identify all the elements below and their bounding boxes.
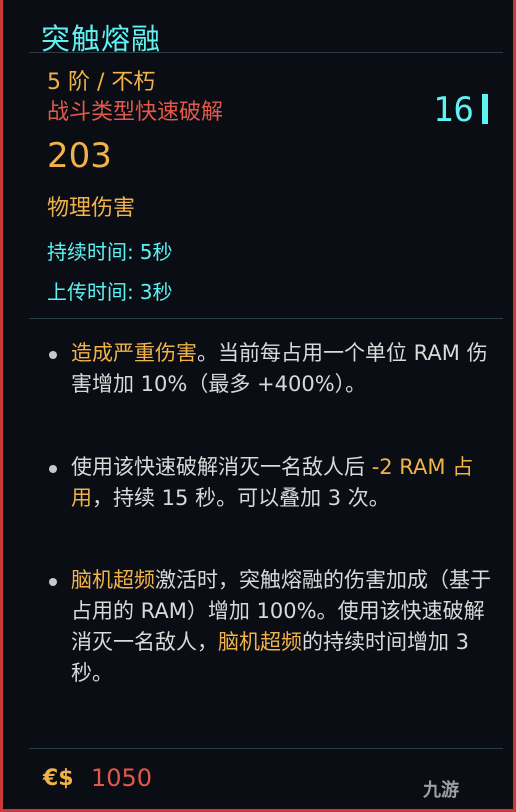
stat-upload-time: 上传时间: 3秒 xyxy=(47,276,172,305)
effect-text: 使用该快速破解消灭一名敌人后 xyxy=(71,455,372,479)
stat-label: 上传时间: xyxy=(47,280,134,304)
effect-text: ，持续 15 秒。可以叠加 3 次。 xyxy=(92,486,390,510)
quickhack-tooltip: 突触熔融 5 阶 / 不朽 战斗类型快速破解 16 203 物理伤害 持续时间:… xyxy=(0,0,516,812)
divider xyxy=(29,748,503,749)
damage-type: 物理伤害 xyxy=(47,196,136,221)
quickhack-type: 战斗类型快速破解 xyxy=(47,100,224,125)
effect-1: 造成严重伤害。当前每占用一个单位 RAM 伤害增加 10%（最多 +400%）。 xyxy=(71,338,491,400)
eurodollar-icon: €$ xyxy=(43,766,74,791)
stat-value: 5秒 xyxy=(139,240,173,264)
damage-value: 203 xyxy=(47,136,112,176)
effect-highlight: 脑机超频 xyxy=(218,630,302,654)
stat-duration: 持续时间: 5秒 xyxy=(47,236,172,265)
tier-rarity: 5 阶 / 不朽 xyxy=(47,70,156,95)
item-title: 突触熔融 xyxy=(41,22,162,56)
effect-2: 使用该快速破解消灭一名敌人后 -2 RAM 占用，持续 15 秒。可以叠加 3 … xyxy=(71,452,491,514)
price-value: 1050 xyxy=(91,764,153,792)
bullet-icon xyxy=(49,465,57,473)
ram-icon xyxy=(482,94,488,124)
effect-highlight: 造成严重伤害 xyxy=(71,341,197,365)
effect-highlight: 脑机超频 xyxy=(71,568,155,592)
effect-3: 脑机超频激活时，突触熔融的伤害加成（基于占用的 RAM）增加 100%。使用该快… xyxy=(71,565,491,689)
divider xyxy=(29,318,503,319)
title-bar: 突触熔融 xyxy=(29,10,503,56)
bullet-icon xyxy=(49,351,57,359)
stat-value: 3秒 xyxy=(139,280,173,304)
bullet-icon xyxy=(49,578,57,586)
watermark: 九游 xyxy=(423,780,459,801)
ram-cost: 16 xyxy=(433,90,474,130)
stat-label: 持续时间: xyxy=(47,240,134,264)
